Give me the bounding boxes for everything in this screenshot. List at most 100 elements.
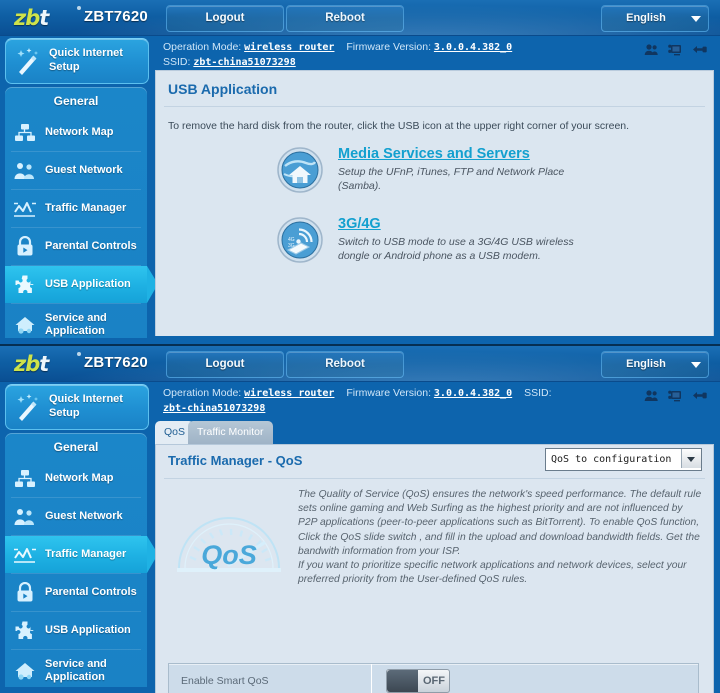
- sidebar-menu-general: General Network Map Guest Network Traffi…: [5, 433, 158, 687]
- clients-icon[interactable]: [644, 43, 659, 56]
- ssid-label: SSID:: [163, 56, 191, 68]
- 3g4g-desc: Switch to USB mode to use a 3G/4G USB wi…: [338, 236, 574, 262]
- sidebar-item-label: Guest Network: [45, 164, 123, 176]
- qos-description: The Quality of Service (QoS) ensures the…: [292, 488, 703, 587]
- sidebar-item-quick-internet-setup[interactable]: Quick Internet Setup: [5, 38, 149, 84]
- sidebar-item-guest-network[interactable]: Guest Network: [5, 152, 147, 189]
- 3g4g-modem-icon: 4G 3G: [277, 217, 323, 263]
- guest-network-icon: [5, 507, 45, 527]
- model-name: ZBT7620: [84, 8, 148, 25]
- sidebar-item-label: Network Map: [45, 472, 114, 484]
- sidebar-group-title: General: [53, 94, 99, 108]
- divider: [371, 664, 372, 693]
- list-item: Media Services and Servers Setup the UFn…: [156, 146, 713, 194]
- sidebar-item-traffic-manager[interactable]: Traffic Manager: [5, 536, 158, 573]
- sidebar-item-service-and-application[interactable]: Service and Application: [5, 304, 147, 344]
- service-application-icon: [5, 315, 45, 335]
- enable-smart-qos-row: Enable Smart QoS OFF: [168, 663, 699, 693]
- reboot-button[interactable]: Reboot: [286, 351, 404, 378]
- logo-text-zb: zb: [14, 6, 40, 30]
- usb-eject-icon[interactable]: [692, 43, 708, 56]
- sidebar-item-label: Traffic Manager: [45, 548, 127, 560]
- header-bar: zbt ZBT7620 Logout Reboot English: [0, 0, 720, 36]
- parental-controls-icon: [5, 236, 45, 257]
- operation-mode-value[interactable]: wireless router: [244, 388, 334, 399]
- qos-body: QoS The Quality of Service (QoS) ensures…: [156, 479, 713, 587]
- logo-text-zb: zb: [14, 352, 40, 376]
- enable-smart-qos-toggle[interactable]: OFF: [386, 668, 450, 693]
- magic-wand-icon: [17, 48, 39, 75]
- chevron-down-icon: [691, 16, 701, 22]
- clients-icon[interactable]: [644, 389, 659, 402]
- sidebar-item-label: Service and Application: [45, 312, 107, 337]
- header-bar: zbt ZBT7620 Logout Reboot English: [0, 346, 720, 382]
- operation-mode-label: Operation Mode:: [163, 387, 242, 399]
- operation-mode-value[interactable]: wireless router: [244, 42, 334, 53]
- quick-setup-label: Quick Internet Setup: [49, 393, 123, 419]
- qos-mode-select[interactable]: QoS to configuration: [545, 448, 702, 471]
- usb-eject-icon[interactable]: [692, 389, 708, 402]
- usb-note: To remove the hard disk from the router,…: [168, 120, 630, 132]
- network-map-icon: [5, 123, 45, 143]
- language-selector[interactable]: English: [601, 5, 709, 32]
- network-monitor-icon[interactable]: [668, 389, 683, 402]
- zbt-logo: zbt: [14, 5, 81, 31]
- model-name: ZBT7620: [84, 354, 148, 371]
- sidebar-item-parental-controls[interactable]: Parental Controls: [5, 228, 147, 265]
- ssid-value[interactable]: zbt-china51073298: [163, 403, 265, 414]
- tab-traffic-monitor[interactable]: Traffic Monitor: [188, 421, 273, 444]
- sidebar-item-label: Network Map: [45, 126, 114, 138]
- header-icon-group: [644, 389, 708, 402]
- sidebar-item-label: Guest Network: [45, 510, 123, 522]
- language-selector[interactable]: English: [601, 351, 709, 378]
- firmware-label: Firmware Version:: [346, 387, 431, 399]
- media-server-icon: [277, 147, 323, 193]
- traffic-manager-icon: [5, 199, 45, 219]
- sidebar-item-network-map[interactable]: Network Map: [5, 114, 147, 151]
- logo-dot-icon: [77, 6, 81, 10]
- sidebar-item-quick-internet-setup[interactable]: Quick Internet Setup: [5, 384, 149, 430]
- sidebar-item-label: Parental Controls: [45, 240, 137, 252]
- media-services-link[interactable]: Media Services and Servers: [338, 146, 530, 162]
- 3g4g-link[interactable]: 3G/4G: [338, 216, 381, 232]
- logout-button[interactable]: Logout: [166, 351, 284, 378]
- sidebar-item-parental-controls[interactable]: Parental Controls: [5, 574, 147, 611]
- svg-text:3G: 3G: [288, 243, 295, 249]
- language-label: English: [626, 358, 666, 370]
- sidebar-item-label: Parental Controls: [45, 586, 137, 598]
- logo-dot-icon: [77, 352, 81, 356]
- ssid-value[interactable]: zbt-china51073298: [193, 57, 295, 68]
- firmware-value[interactable]: 3.0.0.4.382_0: [434, 388, 512, 399]
- qos-gauge-graphic: QoS: [166, 488, 292, 587]
- qos-content: Traffic Manager - QoS QoS to configurati…: [155, 444, 714, 693]
- sidebar-menu-general: General Network Map Guest Network Traffi…: [5, 87, 158, 338]
- toggle-knob: [387, 669, 418, 692]
- network-map-icon: [5, 469, 45, 489]
- toggle-state-label: OFF: [423, 674, 445, 687]
- qos-header-row: Traffic Manager - QoS QoS to configurati…: [156, 445, 713, 478]
- enable-smart-qos-label: Enable Smart QoS: [181, 674, 269, 687]
- parental-controls-icon: [5, 582, 45, 603]
- sidebar-nav: Quick Internet Setup General Network Map…: [0, 381, 158, 693]
- sidebar-item-traffic-manager[interactable]: Traffic Manager: [5, 190, 147, 227]
- page-title: Traffic Manager - QoS: [168, 453, 303, 468]
- network-monitor-icon[interactable]: [668, 43, 683, 56]
- sidebar-group-title: General: [53, 440, 99, 454]
- sidebar-item-usb-application[interactable]: USB Application: [5, 266, 158, 303]
- chevron-down-icon: [681, 449, 701, 468]
- sidebar-item-guest-network[interactable]: Guest Network: [5, 498, 147, 535]
- logout-button[interactable]: Logout: [166, 5, 284, 32]
- sidebar-item-usb-application[interactable]: USB Application: [5, 612, 147, 649]
- sidebar-item-service-and-application[interactable]: Service and Application: [5, 650, 147, 692]
- reboot-button[interactable]: Reboot: [286, 5, 404, 32]
- media-services-desc: Setup the UFnP, iTunes, FTP and Network …: [338, 166, 565, 192]
- qos-gauge-text: QoS: [201, 540, 257, 570]
- qos-description-p2: If you want to prioritize specific netwo…: [298, 560, 687, 586]
- usb-application-icon: [5, 620, 45, 641]
- firmware-value[interactable]: 3.0.0.4.382_0: [434, 42, 512, 53]
- chevron-down-icon: [691, 362, 701, 368]
- logo-text-t: t: [39, 6, 49, 30]
- sidebar-item-network-map[interactable]: Network Map: [5, 460, 147, 497]
- header-icon-group: [644, 43, 708, 56]
- usb-application-icon: [5, 274, 45, 295]
